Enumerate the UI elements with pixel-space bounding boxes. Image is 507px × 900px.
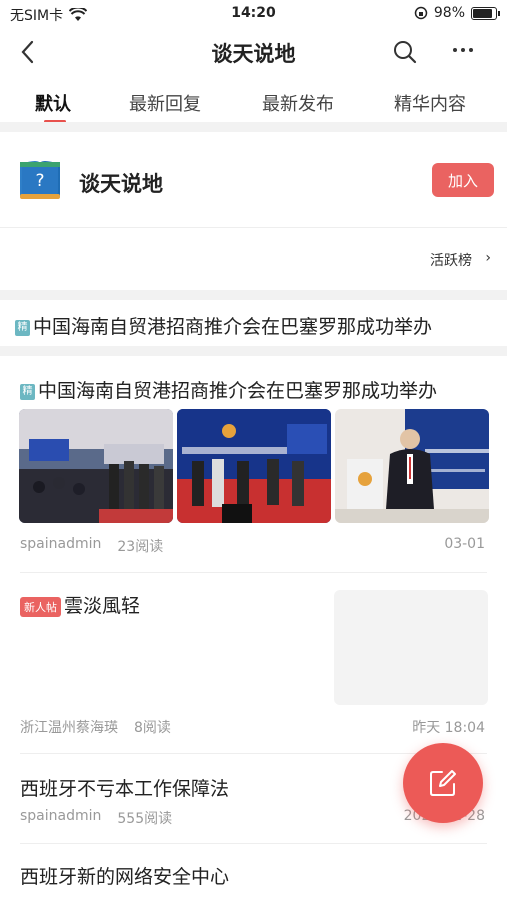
battery-percent: 98% — [433, 5, 465, 21]
tab-default[interactable]: 默认 — [35, 90, 71, 116]
edit-icon — [430, 770, 456, 796]
chevron-right-icon: › — [485, 250, 491, 266]
featured-badge: 精 — [15, 319, 30, 336]
post-reads: 555阅读 — [117, 811, 173, 827]
list-item[interactable]: 新人帖 雲淡風轻 浙江温州蔡海瑛 8阅读 昨天 18:04 — [0, 573, 507, 753]
svg-text:?: ? — [35, 171, 44, 191]
forum-header: ? 谈天说地 加入 — [0, 132, 507, 226]
ranking-label: 活跃榜 — [430, 253, 472, 269]
post-date: 03-01 — [444, 536, 485, 552]
nav-bar: 谈天说地 — [0, 28, 507, 76]
battery-icon — [471, 6, 500, 20]
post-reads: 8阅读 — [134, 720, 171, 736]
post-thumbnail[interactable] — [19, 409, 173, 523]
forum-name: 谈天说地 — [79, 172, 163, 196]
compose-button[interactable] — [403, 743, 483, 823]
post-author: spainadmin — [20, 536, 102, 552]
join-button[interactable]: 加入 — [432, 163, 494, 197]
post-thumbnail[interactable] — [177, 409, 331, 523]
post-author: 浙江温州蔡海瑛 — [20, 720, 118, 736]
post-title: 中国海南自贸港招商推介会在巴塞罗那成功举办 — [38, 380, 438, 402]
post-title: 西班牙新的网络安全中心 — [20, 866, 230, 888]
post-reads: 23阅读 — [117, 539, 164, 555]
more-icon[interactable] — [451, 38, 475, 62]
tab-featured[interactable]: 精华内容 — [394, 90, 466, 116]
post-title: 西班牙不亏本工作保障法 — [20, 778, 230, 800]
post-thumbnail-placeholder[interactable] — [334, 590, 488, 705]
post-title: 雲淡風轻 — [64, 595, 141, 617]
status-bar: 无SIM卡 14:20 98% — [0, 0, 507, 28]
divider — [0, 122, 507, 132]
divider — [0, 346, 507, 356]
pinned-post[interactable]: 精中国海南自贸港招商推介会在巴塞罗那成功举办 — [0, 300, 507, 346]
post-date: 昨天 18:04 — [412, 720, 485, 736]
post-thumbnail[interactable] — [335, 409, 489, 523]
search-icon[interactable] — [393, 40, 417, 64]
tab-latest-post[interactable]: 最新发布 — [262, 90, 334, 116]
page-title: 谈天说地 — [211, 42, 296, 66]
rotation-lock-icon — [414, 6, 428, 20]
list-item[interactable]: 西班牙新的网络安全中心 — [0, 844, 507, 900]
new-user-badge: 新人帖 — [20, 596, 61, 617]
active-ranking-row[interactable]: 活跃榜 › — [0, 227, 507, 290]
tab-bar: 默认 最新回复 最新发布 精华内容 — [0, 78, 507, 123]
book-question-icon: ? — [20, 161, 60, 199]
divider — [0, 290, 507, 300]
post-author: spainadmin — [20, 808, 102, 824]
pinned-title: 中国海南自贸港招商推介会在巴塞罗那成功举办 — [33, 316, 433, 338]
tab-latest-reply[interactable]: 最新回复 — [129, 90, 201, 116]
featured-badge: 精 — [20, 383, 35, 400]
